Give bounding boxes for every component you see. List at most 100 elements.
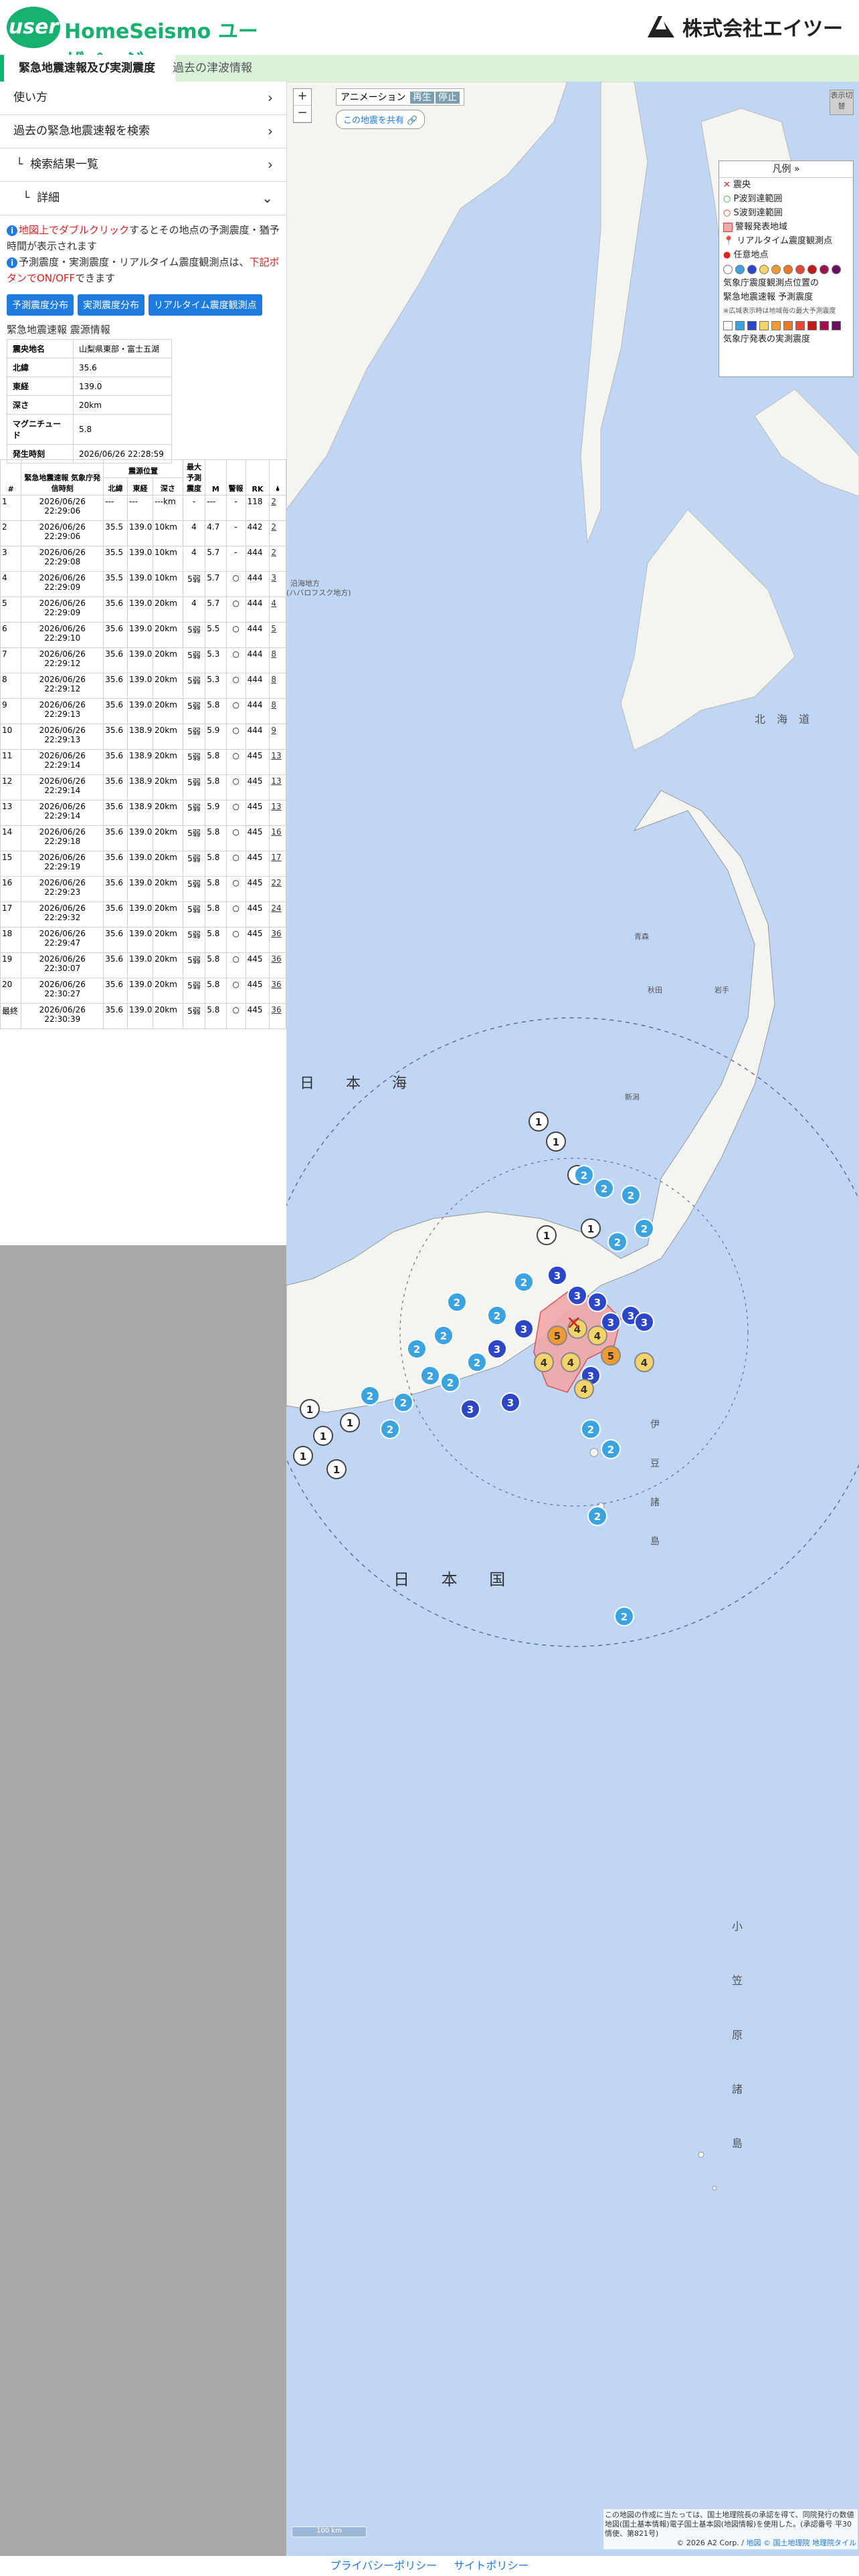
zoom-out-button[interactable]: − bbox=[294, 106, 311, 122]
table-row[interactable]: 5 2026/06/26 22:29:09 35.6 139.0 20km 4 5.7 ○ 44… bbox=[0, 597, 286, 623]
intensity-marker[interactable]: 2 bbox=[380, 1419, 400, 1439]
tab-eew[interactable]: 緊急地震速報及び実測震度 bbox=[0, 55, 175, 82]
table-row[interactable]: 4 2026/06/26 22:29:09 35.5 139.0 10km 5弱 5.7 ○ 4… bbox=[0, 571, 286, 597]
cell-link[interactable]: 2 bbox=[269, 546, 286, 572]
intensity-marker[interactable]: 1 bbox=[529, 1111, 549, 1132]
intensity-marker[interactable]: 3 bbox=[500, 1392, 520, 1412]
intensity-marker[interactable]: 2 bbox=[574, 1165, 594, 1185]
intensity-marker[interactable]: 1 bbox=[581, 1218, 601, 1239]
privacy-link[interactable]: プライバシーポリシー bbox=[330, 2559, 438, 2572]
intensity-marker[interactable]: 2 bbox=[601, 1439, 621, 1459]
table-row[interactable]: 1 2026/06/26 22:29:06 --- --- ---km - --- -118 2 bbox=[0, 495, 286, 521]
intensity-marker[interactable]: 2 bbox=[587, 1506, 607, 1526]
stop-button[interactable]: 停止 bbox=[435, 92, 460, 104]
intensity-marker[interactable]: 2 bbox=[634, 1218, 654, 1239]
intensity-marker[interactable]: 4 bbox=[587, 1325, 607, 1346]
table-row[interactable]: 19 2026/06/26 22:30:07 35.6 139.0 20km 5弱 5.8 ○… bbox=[0, 952, 286, 978]
table-row[interactable]: 11 2026/06/26 22:29:14 35.6 138.9 20km 5弱 5.8 ○… bbox=[0, 749, 286, 775]
intensity-marker[interactable]: 2 bbox=[514, 1272, 534, 1292]
table-row[interactable]: 10 2026/06/26 22:29:13 35.6 138.9 20km 5弱 5.9 ○… bbox=[0, 724, 286, 750]
intensity-marker[interactable]: 4 bbox=[634, 1352, 654, 1372]
menu-results[interactable]: └ 検索結果一覧 › bbox=[0, 148, 286, 182]
map-view[interactable]: + − アニメーション 再生 停止 この地震を共有 🔗 表示切替 凡例 » ✕ 震… bbox=[286, 82, 859, 2556]
intensity-marker[interactable]: 2 bbox=[621, 1185, 641, 1205]
intensity-marker[interactable]: 2 bbox=[487, 1305, 507, 1325]
intensity-marker[interactable]: 2 bbox=[614, 1606, 634, 1626]
cell-link[interactable]: 36 bbox=[269, 1003, 286, 1029]
table-row[interactable]: 18 2026/06/26 22:29:47 35.6 139.0 20km 5弱 5.8 ○… bbox=[0, 927, 286, 953]
table-row[interactable]: 最終 2026/06/26 22:30:39 35.6 139.0 20km 5弱 5.8 ○… bbox=[0, 1003, 286, 1029]
intensity-marker[interactable]: 2 bbox=[467, 1352, 487, 1372]
intensity-marker[interactable]: 3 bbox=[514, 1319, 534, 1339]
menu-search[interactable]: 過去の緊急地震速報を検索 › bbox=[0, 115, 286, 148]
intensity-marker[interactable]: 2 bbox=[581, 1419, 601, 1439]
intensity-marker[interactable]: 3 bbox=[460, 1399, 480, 1419]
cell-link[interactable]: 8 bbox=[269, 698, 286, 724]
cell-link[interactable]: 36 bbox=[269, 978, 286, 1004]
intensity-marker[interactable]: 3 bbox=[487, 1339, 507, 1359]
cell-link[interactable]: 2 bbox=[269, 495, 286, 521]
intensity-marker[interactable]: 5 bbox=[547, 1325, 567, 1346]
table-row[interactable]: 9 2026/06/26 22:29:13 35.6 139.0 20km 5弱 5.8 ○ 4… bbox=[0, 698, 286, 724]
intensity-marker[interactable]: 1 bbox=[300, 1399, 320, 1419]
display-toggle-button[interactable]: 表示切替 bbox=[830, 90, 854, 115]
intensity-marker[interactable]: 2 bbox=[440, 1372, 460, 1392]
intensity-marker[interactable]: 5 bbox=[601, 1346, 621, 1366]
table-row[interactable]: 14 2026/06/26 22:29:18 35.6 139.0 20km 5弱 5.8 ○… bbox=[0, 825, 286, 851]
cell-link[interactable]: 13 bbox=[269, 800, 286, 826]
cell-link[interactable]: 22 bbox=[269, 876, 286, 902]
cell-link[interactable]: 2 bbox=[269, 520, 286, 546]
cell-link[interactable]: 24 bbox=[269, 901, 286, 928]
cell-link[interactable]: 8 bbox=[269, 673, 286, 699]
cell-link[interactable]: 5 bbox=[269, 622, 286, 648]
company-logo[interactable]: 株式会社エイツー bbox=[646, 13, 843, 41]
cell-link[interactable]: 13 bbox=[269, 749, 286, 775]
intensity-marker[interactable]: 2 bbox=[434, 1325, 454, 1346]
legend-title[interactable]: 凡例 » bbox=[719, 161, 853, 178]
menu-detail[interactable]: └ 詳細 ⌄ bbox=[0, 182, 286, 215]
sitemap-link[interactable]: サイトポリシー bbox=[454, 2559, 529, 2572]
intensity-marker[interactable]: 1 bbox=[293, 1446, 313, 1466]
table-row[interactable]: 7 2026/06/26 22:29:12 35.6 139.0 20km 5弱 5.3 ○ 4… bbox=[0, 647, 286, 673]
intensity-marker[interactable]: 2 bbox=[393, 1392, 413, 1412]
intensity-marker[interactable]: 4 bbox=[534, 1352, 554, 1372]
cell-link[interactable]: 3 bbox=[269, 571, 286, 597]
share-button[interactable]: この地震を共有 🔗 bbox=[336, 110, 425, 129]
cell-link[interactable]: 9 bbox=[269, 724, 286, 750]
table-row[interactable]: 3 2026/06/26 22:29:08 35.5 139.0 10km 4 5.7-44… bbox=[0, 546, 286, 572]
cell-link[interactable]: 17 bbox=[269, 851, 286, 877]
cell-link[interactable]: 36 bbox=[269, 927, 286, 953]
intensity-marker[interactable]: 3 bbox=[587, 1292, 607, 1312]
table-row[interactable]: 15 2026/06/26 22:29:19 35.6 139.0 20km 5弱 5.8 ○… bbox=[0, 851, 286, 877]
intensity-marker[interactable]: 1 bbox=[313, 1426, 333, 1446]
intensity-marker[interactable]: 3 bbox=[547, 1265, 567, 1285]
cell-link[interactable]: 13 bbox=[269, 774, 286, 800]
table-row[interactable]: 20 2026/06/26 22:30:27 35.6 139.0 20km 5弱 5.8 ○… bbox=[0, 978, 286, 1004]
intensity-marker[interactable]: 3 bbox=[634, 1312, 654, 1332]
intensity-marker[interactable]: 1 bbox=[340, 1412, 360, 1432]
table-row[interactable]: 13 2026/06/26 22:29:14 35.6 138.9 20km 5弱 5.9 ○… bbox=[0, 800, 286, 826]
cell-link[interactable]: 36 bbox=[269, 952, 286, 978]
intensity-marker[interactable]: 2 bbox=[407, 1339, 427, 1359]
table-row[interactable]: 16 2026/06/26 22:29:23 35.6 139.0 20km 5弱 5.8 ○… bbox=[0, 876, 286, 902]
intensity-marker[interactable]: 1 bbox=[546, 1132, 566, 1152]
intensity-marker[interactable]: 2 bbox=[360, 1386, 380, 1406]
intensity-marker[interactable]: 3 bbox=[567, 1285, 587, 1305]
zoom-in-button[interactable]: + bbox=[294, 89, 311, 106]
intensity-marker[interactable]: 2 bbox=[594, 1178, 614, 1198]
intensity-marker[interactable]: 2 bbox=[447, 1292, 467, 1312]
tab-tsunami[interactable]: 過去の津波情報 bbox=[158, 55, 267, 82]
table-row[interactable]: 17 2026/06/26 22:29:32 35.6 139.0 20km 5弱 5.8 ○… bbox=[0, 901, 286, 928]
measured-intensity-button[interactable]: 実測震度分布 bbox=[78, 294, 145, 316]
cell-link[interactable]: 16 bbox=[269, 825, 286, 851]
table-row[interactable]: 6 2026/06/26 22:29:10 35.6 139.0 20km 5弱 5.5 ○ 4… bbox=[0, 622, 286, 648]
homeseismo-logo[interactable]: user HomeSeismo ユーザページ bbox=[7, 5, 268, 73]
table-row[interactable]: 2 2026/06/26 22:29:06 35.5 139.0 10km 4 4.7-44… bbox=[0, 520, 286, 546]
intensity-marker[interactable]: 2 bbox=[420, 1366, 440, 1386]
table-row[interactable]: 8 2026/06/26 22:29:12 35.6 139.0 20km 5弱 5.3 ○ 4… bbox=[0, 673, 286, 699]
cell-link[interactable]: 8 bbox=[269, 647, 286, 673]
predicted-intensity-button[interactable]: 予測震度分布 bbox=[7, 294, 74, 316]
intensity-marker[interactable]: 4 bbox=[574, 1379, 594, 1399]
intensity-marker[interactable]: 1 bbox=[537, 1225, 557, 1245]
cell-link[interactable]: 4 bbox=[269, 597, 286, 623]
